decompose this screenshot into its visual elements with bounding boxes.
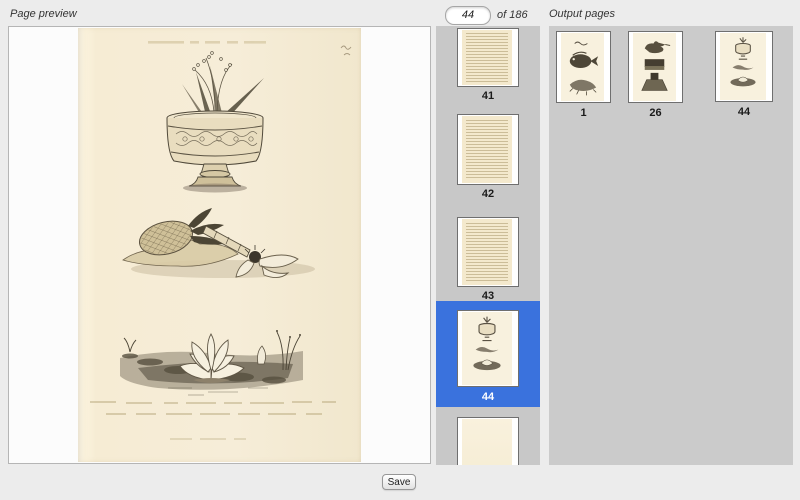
page-thumbnail[interactable]: [715, 31, 773, 102]
page-preview-label: Page preview: [10, 8, 77, 20]
plate-mini-illustration: [720, 33, 766, 100]
output-page-item-26[interactable]: 26: [628, 31, 683, 120]
page-thumbnail[interactable]: [457, 217, 519, 287]
output-page-item-44[interactable]: 44: [715, 31, 773, 119]
output-pages-label: Output pages: [549, 8, 615, 20]
filmstrip-item-45[interactable]: [436, 417, 540, 465]
thumbnail-page-number: 44: [436, 391, 540, 404]
faint-caption-text: [90, 401, 336, 415]
pineapple-illustration: [123, 208, 315, 278]
page-thumbnail[interactable]: [457, 310, 519, 387]
water-lily-illustration: [120, 330, 303, 395]
faint-header-text: [148, 41, 266, 44]
page-thumbnail[interactable]: [457, 114, 519, 185]
page-thumbnail[interactable]: [457, 417, 519, 465]
thumbnail-page-number: 41: [436, 90, 540, 103]
handwritten-mark: [341, 46, 351, 55]
faint-caption-text-2: [170, 438, 246, 440]
plate-illustration: [78, 28, 361, 462]
scanned-page-image: [78, 28, 361, 462]
page-thumbnail[interactable]: [628, 31, 683, 103]
page-thumbnail[interactable]: [556, 31, 611, 103]
thumbnail-page-number: 44: [715, 106, 773, 119]
fish-plate-mini-illustration: [561, 33, 604, 101]
plate-mini-illustration: [462, 312, 512, 385]
filmstrip-item-42[interactable]: 42: [436, 114, 540, 201]
thumbnail-page-number: 1: [556, 107, 611, 120]
filmstrip-item-41[interactable]: 41: [436, 28, 540, 103]
output-pages-panel: 1 26: [549, 26, 793, 465]
bird-plate-mini-illustration: [633, 33, 676, 101]
page-number-input[interactable]: [445, 6, 491, 25]
save-button[interactable]: Save: [382, 474, 416, 490]
page-total-label: of 186: [497, 9, 528, 21]
page-thumbnail[interactable]: [457, 28, 519, 87]
output-page-item-1[interactable]: 1: [556, 31, 611, 120]
pager: of 186: [445, 5, 528, 25]
vase-illustration: [167, 52, 264, 193]
filmstrip-item-43[interactable]: 43: [436, 217, 540, 303]
thumbnail-page-number: 26: [628, 107, 683, 120]
thumbnail-page-number: 42: [436, 188, 540, 201]
page-preview-panel: [8, 26, 431, 464]
page-filmstrip[interactable]: 41 42 43: [436, 26, 540, 465]
filmstrip-item-44-selected[interactable]: 44: [436, 301, 540, 407]
